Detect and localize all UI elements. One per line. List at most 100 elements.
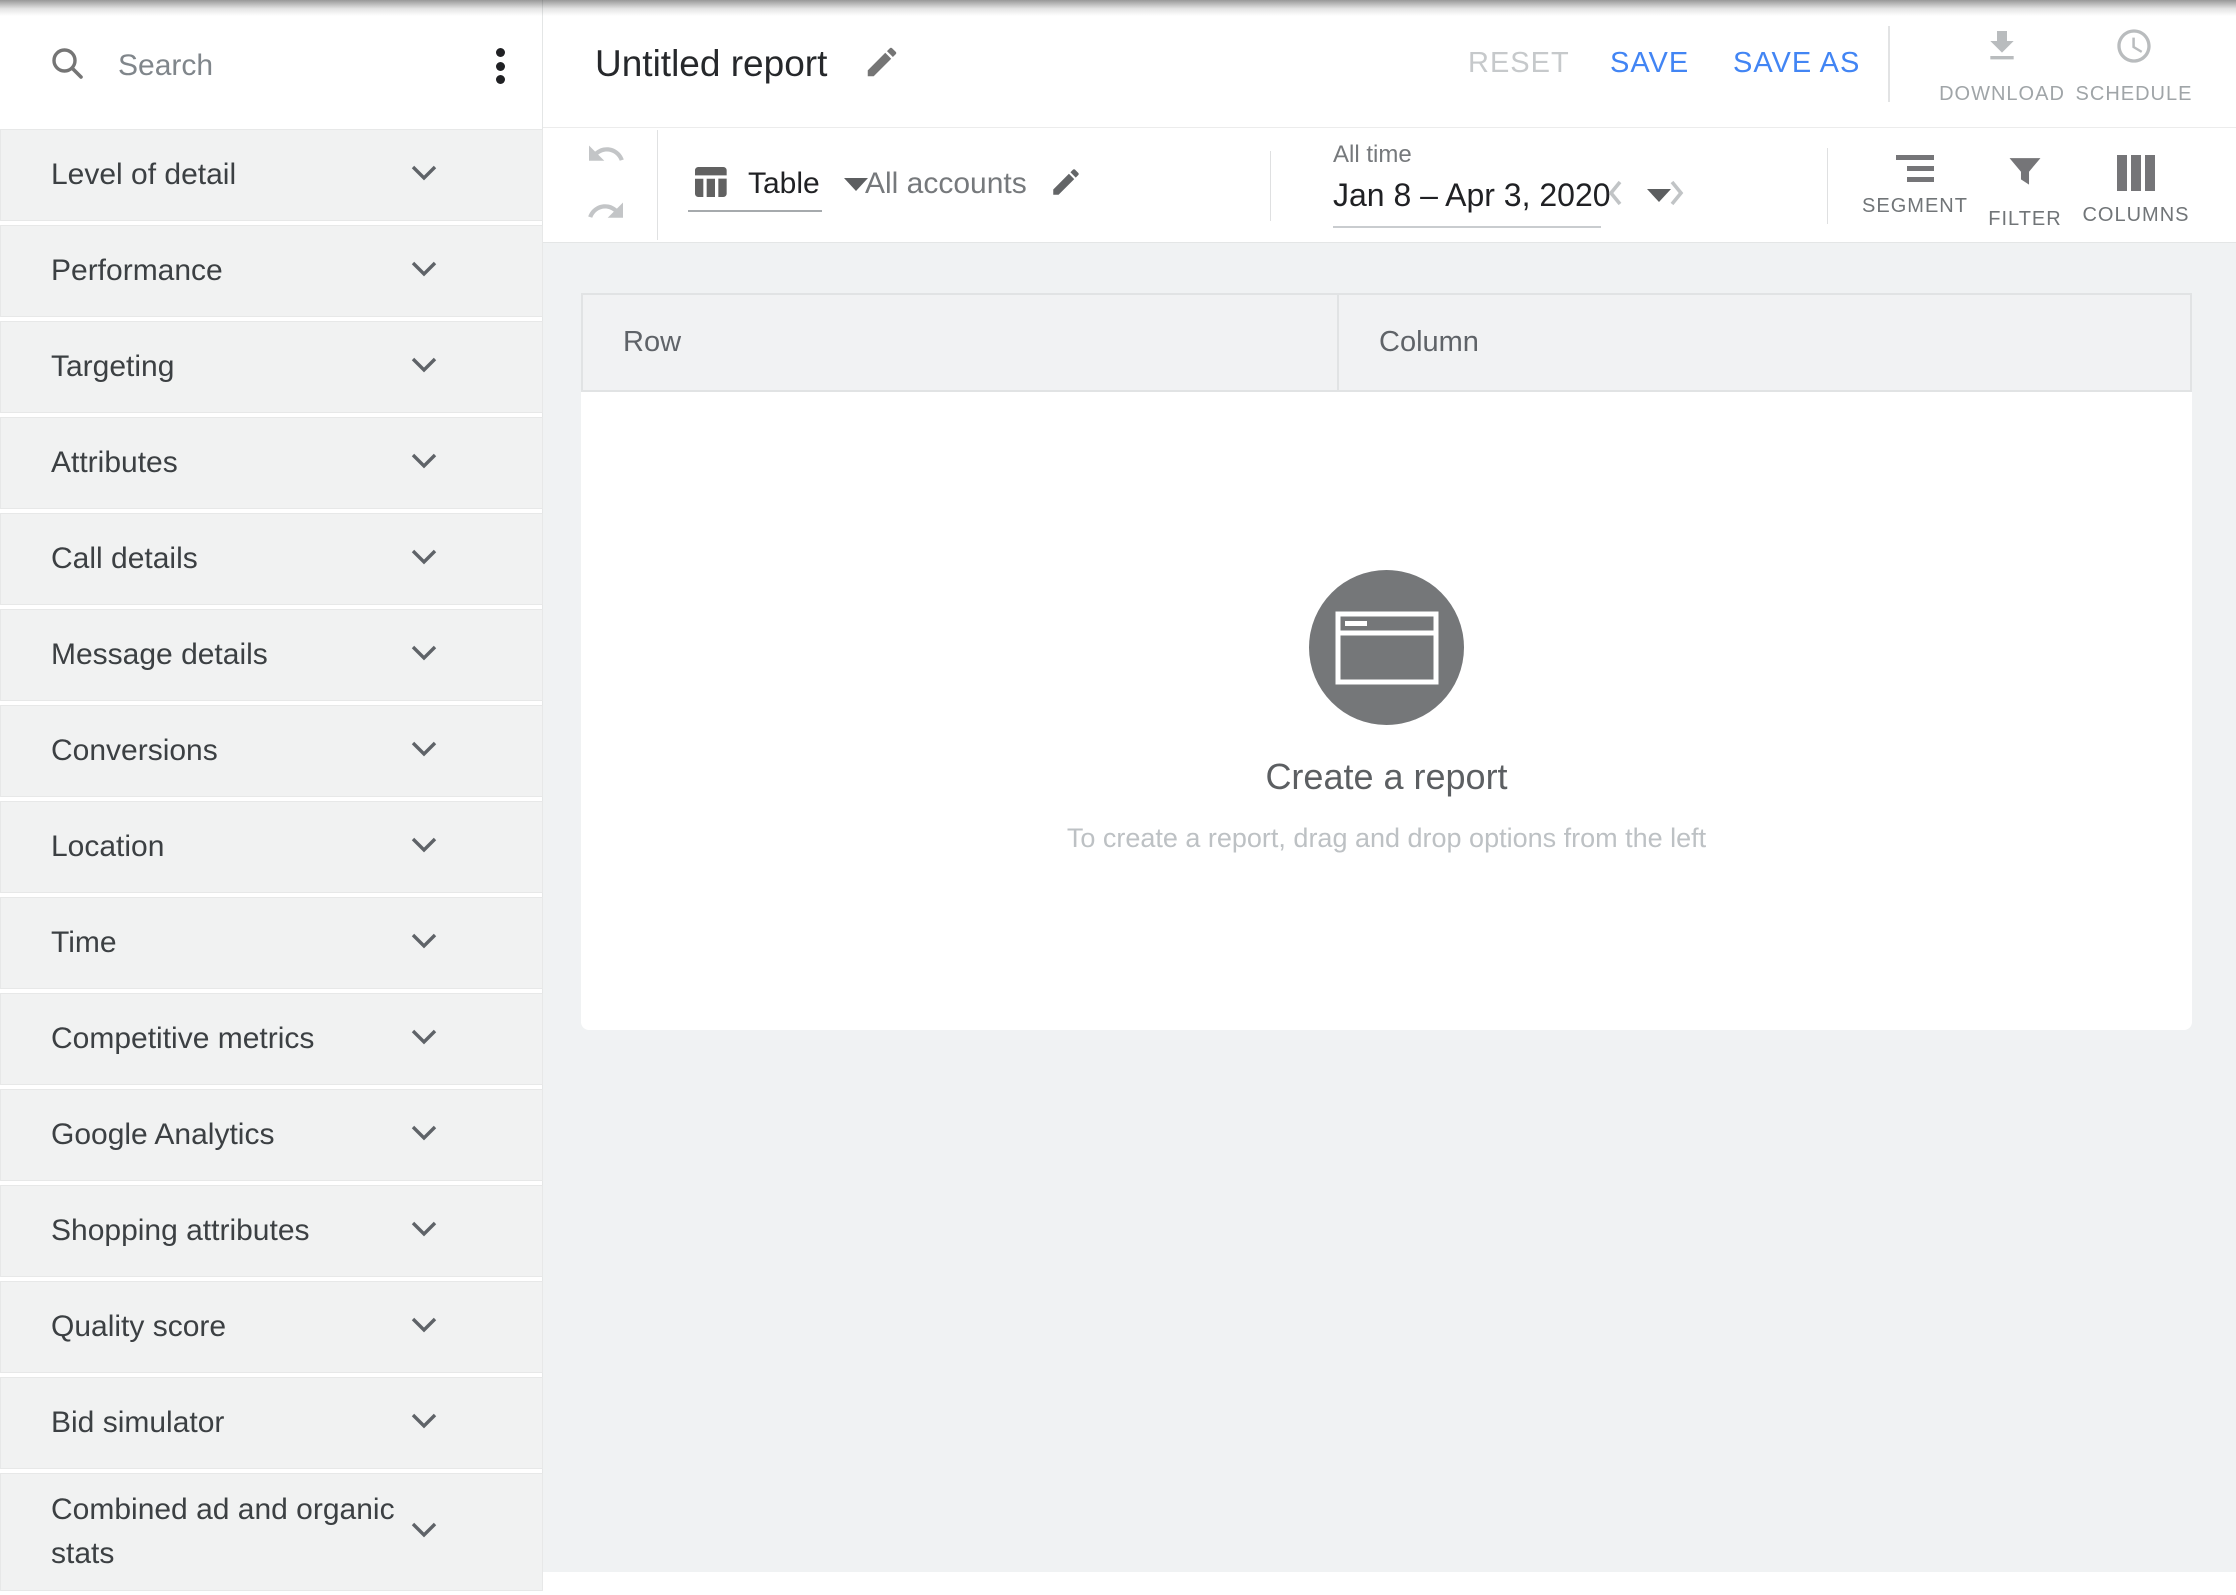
sidebar-category-list: Level of detail Performance Targeting At… [0,129,543,1595]
header-divider [1888,26,1890,102]
sidebar-item-google-analytics[interactable]: Google Analytics [0,1089,543,1181]
filter-label: FILTER [1988,208,2061,231]
overflow-menu-button[interactable] [489,48,511,84]
chevron-down-icon [411,741,437,762]
segment-button[interactable]: SEGMENT [1853,155,1977,218]
accounts-label: All accounts [865,167,1027,201]
sidebar-item-label: Competitive metrics [51,1017,411,1061]
date-range-text: Jan 8 – Apr 3, 2020 [1333,177,1611,214]
segment-icon [1896,155,1934,182]
sidebar-item-label: Location [51,825,411,869]
chevron-down-icon [411,933,437,954]
save-as-button[interactable]: SAVE AS [1733,0,1860,127]
chevron-down-icon [411,1221,437,1242]
toolbar-divider [1827,148,1828,224]
sidebar-item-label: Combined ad and organic stats [51,1488,411,1576]
sidebar-item-targeting[interactable]: Targeting [0,321,543,413]
chevron-down-icon [411,1522,437,1543]
sidebar-item-label: Quality score [51,1305,411,1349]
report-table-card: Row Column Create a report To create a r… [581,293,2192,1030]
empty-state: Create a report To create a report, drag… [581,392,2192,1030]
search-icon [50,46,86,82]
reset-button[interactable]: RESET [1468,0,1570,127]
date-range-underline [1333,226,1601,228]
chevron-down-icon [411,1125,437,1146]
column-drop-zone[interactable]: Column [1339,295,2190,390]
schedule-button[interactable]: SCHEDULE [2072,26,2196,106]
sidebar-item-label: Performance [51,249,411,293]
schedule-icon [2114,26,2154,72]
sidebar-item-combined-ad-and-organic-stats[interactable]: Combined ad and organic stats [0,1473,543,1591]
sidebar-item-label: Level of detail [51,153,411,197]
empty-state-subtitle: To create a report, drag and drop option… [1067,823,1706,854]
chevron-down-icon [411,1029,437,1050]
redo-button[interactable] [585,194,627,233]
date-prev-button[interactable] [1605,178,1625,211]
sidebar-item-time[interactable]: Time [0,897,543,989]
segment-label: SEGMENT [1862,195,1968,218]
sidebar-item-call-details[interactable]: Call details [0,513,543,605]
edit-accounts-icon [1049,165,1083,204]
undo-redo-group [585,137,627,233]
date-preset-label: All time [1333,141,1671,169]
edit-title-icon[interactable] [863,43,901,86]
download-label: DOWNLOAD [1939,83,2065,106]
chevron-down-icon [411,357,437,378]
row-drop-zone[interactable]: Row [583,295,1339,390]
schedule-label: SCHEDULE [2076,83,2193,106]
download-icon [1982,26,2022,72]
chevron-down-icon [411,261,437,282]
chart-type-select[interactable]: Table [690,128,868,240]
chevron-down-icon [411,1413,437,1434]
search-bar [0,0,542,128]
sidebar-item-label: Targeting [51,345,411,389]
sidebar-item-label: Conversions [51,729,411,773]
sidebar-item-level-of-detail[interactable]: Level of detail [0,129,543,221]
sidebar-item-label: Shopping attributes [51,1209,411,1253]
row-header-label: Row [623,326,681,359]
filter-button[interactable]: FILTER [1963,155,2087,231]
page-title: Untitled report [595,43,827,85]
sidebar-item-message-details[interactable]: Message details [0,609,543,701]
filter-icon [2006,155,2044,195]
sidebar-item-bid-simulator[interactable]: Bid simulator [0,1377,543,1469]
sidebar-item-label: Google Analytics [51,1113,411,1157]
chevron-down-icon [411,165,437,186]
columns-button[interactable]: COLUMNS [2074,155,2198,227]
sidebar-item-location[interactable]: Location [0,801,543,893]
sidebar: Level of detail Performance Targeting At… [0,0,543,1572]
sidebar-item-attributes[interactable]: Attributes [0,417,543,509]
sidebar-item-shopping-attributes[interactable]: Shopping attributes [0,1185,543,1277]
search-input[interactable] [116,40,450,92]
sidebar-item-conversions[interactable]: Conversions [0,705,543,797]
main-area: Untitled report RESET SAVE SAVE AS DOWNL… [543,0,2236,1572]
empty-state-title: Create a report [1265,756,1507,798]
date-next-button[interactable] [1667,178,1687,211]
sidebar-item-competitive-metrics[interactable]: Competitive metrics [0,993,543,1085]
toolbar-divider [1270,151,1271,221]
toolbar-divider [657,130,658,240]
undo-button[interactable] [585,137,627,176]
sidebar-item-label: Bid simulator [51,1401,411,1445]
sidebar-item-label: Attributes [51,441,411,485]
chevron-down-icon [411,1317,437,1338]
toolbar: Table All accounts All time Jan 8 – Apr … [543,128,2236,243]
sidebar-item-quality-score[interactable]: Quality score [0,1281,543,1373]
view-type-underline [688,210,822,212]
report-canvas: Row Column Create a report To create a r… [543,243,2236,1572]
table-chart-icon [690,162,730,207]
download-button[interactable]: DOWNLOAD [1940,26,2064,106]
report-window-icon [1309,570,1464,725]
chevron-down-icon [411,453,437,474]
save-button[interactable]: SAVE [1610,0,1689,127]
sidebar-item-performance[interactable]: Performance [0,225,543,317]
accounts-selector[interactable]: All accounts [865,128,1083,240]
sidebar-item-label: Call details [51,537,411,581]
chevron-down-icon [411,549,437,570]
chevron-down-icon [411,645,437,666]
sidebar-item-label: Time [51,921,411,965]
report-title-group: Untitled report [595,0,901,128]
chevron-down-icon [411,837,437,858]
top-bar: Untitled report RESET SAVE SAVE AS DOWNL… [543,0,2236,128]
sidebar-item-label: Message details [51,633,411,677]
